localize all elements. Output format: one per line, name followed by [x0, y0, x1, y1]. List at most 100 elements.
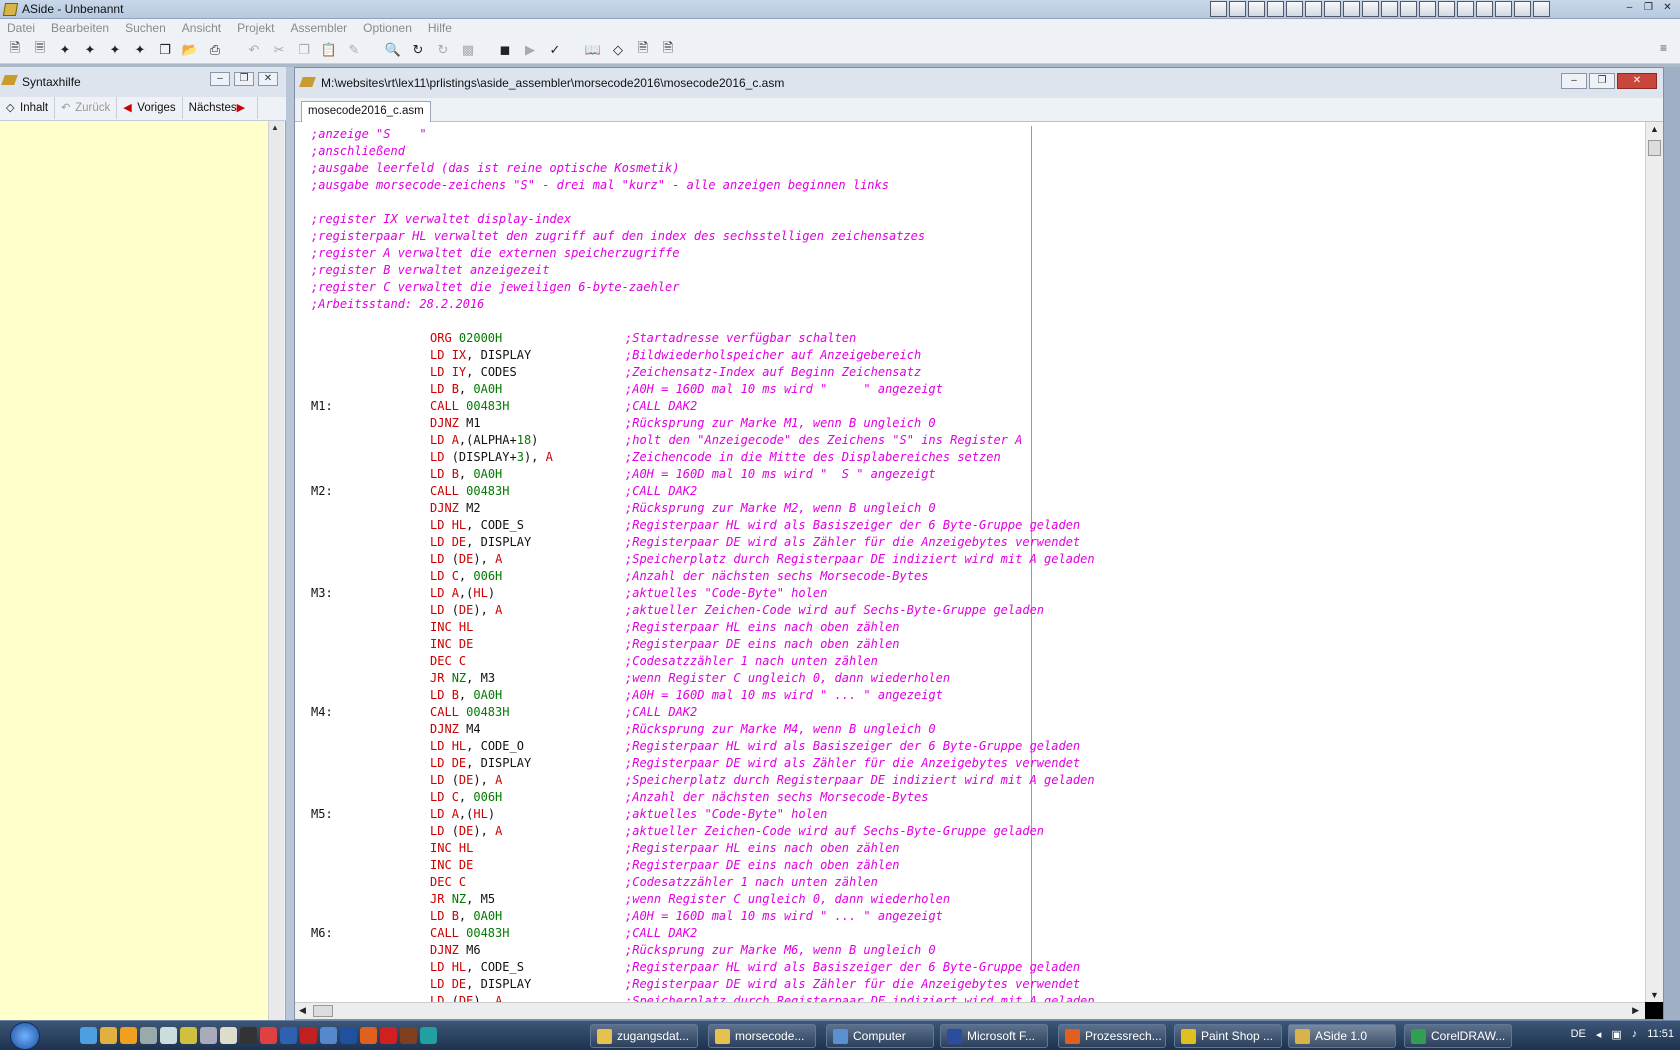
- new-document-icon[interactable]: 🗏: [31, 40, 49, 59]
- paste-icon[interactable]: 📋: [320, 41, 338, 59]
- toolbar-icon[interactable]: [1324, 1, 1341, 17]
- copy-icon[interactable]: ❐: [295, 41, 313, 59]
- previous-button[interactable]: ◀ Voriges: [117, 97, 183, 119]
- toolbar-icon[interactable]: [1400, 1, 1417, 17]
- taskbar-item[interactable]: zugangsdat...: [590, 1024, 698, 1048]
- close-icon[interactable]: ✕: [258, 72, 278, 86]
- print-icon[interactable]: ⎙: [206, 41, 224, 59]
- taskbar-item[interactable]: Microsoft F...: [940, 1024, 1048, 1048]
- app-icon[interactable]: [160, 1027, 177, 1044]
- toolbar-icon[interactable]: [1210, 1, 1227, 17]
- vertical-scrollbar[interactable]: ▲ ▼: [1645, 122, 1663, 1002]
- undo-icon[interactable]: ↶: [245, 41, 263, 59]
- check-icon[interactable]: ✓: [546, 41, 564, 59]
- find-next-icon[interactable]: ↻: [434, 41, 452, 59]
- menu-hilfe[interactable]: Hilfe: [420, 19, 460, 37]
- help-context-icon[interactable]: 🗎: [659, 40, 677, 59]
- toolbar-icon[interactable]: [1438, 1, 1455, 17]
- new-file-icon[interactable]: 🗎: [6, 40, 24, 59]
- open-multiple-icon[interactable]: ❐: [156, 41, 174, 59]
- cut-icon[interactable]: ✂: [270, 41, 288, 59]
- panel-splitter[interactable]: [286, 67, 294, 1020]
- menu-assembler[interactable]: Assembler: [282, 19, 355, 37]
- toolbar-icon[interactable]: [1286, 1, 1303, 17]
- volume-icon[interactable]: ♪: [1632, 1028, 1638, 1041]
- toolbar-icon[interactable]: [1305, 1, 1322, 17]
- minimize-icon[interactable]: –: [1561, 73, 1587, 89]
- next-button[interactable]: Nächstes▶: [183, 97, 258, 119]
- help-topic-icon[interactable]: 🗎: [634, 40, 652, 59]
- help-index-icon[interactable]: ◇: [609, 41, 627, 59]
- open-file-icon[interactable]: ✦: [106, 41, 124, 59]
- taskbar-item[interactable]: Computer: [826, 1024, 934, 1048]
- menu-ansicht[interactable]: Ansicht: [174, 19, 229, 37]
- edit-icon[interactable]: ✎: [345, 41, 363, 59]
- find-icon[interactable]: 🔍: [384, 41, 402, 59]
- new-project-icon[interactable]: ✦: [56, 41, 74, 59]
- app-icon[interactable]: [340, 1027, 357, 1044]
- run-icon[interactable]: ▶: [521, 41, 539, 59]
- scroll-left-icon[interactable]: ◀: [299, 1005, 306, 1016]
- replace-icon[interactable]: ↻: [409, 41, 427, 59]
- restore-icon[interactable]: ❐: [234, 72, 254, 86]
- toolbar-icon[interactable]: [1229, 1, 1246, 17]
- taskbar-item[interactable]: CorelDRAW...: [1404, 1024, 1512, 1048]
- language-indicator[interactable]: DE: [1571, 1028, 1586, 1041]
- app-icon[interactable]: [200, 1027, 217, 1044]
- taskbar-item-active[interactable]: ASide 1.0: [1288, 1024, 1396, 1048]
- app-icon[interactable]: [280, 1027, 297, 1044]
- scroll-up-icon[interactable]: ▲: [271, 123, 279, 132]
- toolbar-icon[interactable]: [1248, 1, 1265, 17]
- code-editor[interactable]: ;anzeige "S " ;anschließend ;ausgabe leerf…: [305, 126, 1643, 1006]
- toolbar-icon[interactable]: [1362, 1, 1379, 17]
- minimize-icon[interactable]: –: [1621, 1, 1638, 16]
- app-icon[interactable]: [400, 1027, 417, 1044]
- help-scrollbar[interactable]: ▲: [268, 121, 284, 1020]
- scroll-right-icon[interactable]: ▶: [1632, 1005, 1639, 1016]
- scroll-thumb[interactable]: [313, 1005, 333, 1017]
- help-content[interactable]: [0, 121, 268, 1020]
- goto-icon[interactable]: ▩: [459, 41, 477, 59]
- start-button[interactable]: [10, 1022, 40, 1050]
- open-project-icon[interactable]: ✦: [81, 41, 99, 59]
- menu-datei[interactable]: Datei: [0, 19, 43, 37]
- clock[interactable]: 11:51: [1647, 1028, 1674, 1041]
- app-icon[interactable]: [220, 1027, 237, 1044]
- toolbar-icon[interactable]: [1419, 1, 1436, 17]
- open-folder-icon[interactable]: 📂: [181, 41, 199, 59]
- app-icon[interactable]: [420, 1027, 437, 1044]
- contents-button[interactable]: ◇ Inhalt: [0, 97, 56, 119]
- toolbar-grip-icon[interactable]: ≡: [1660, 41, 1674, 59]
- horizontal-scrollbar[interactable]: ◀ ▶: [295, 1002, 1645, 1019]
- minimize-icon[interactable]: –: [210, 72, 230, 86]
- menu-suchen[interactable]: Suchen: [117, 19, 174, 37]
- app-icon[interactable]: [300, 1027, 317, 1044]
- open-recent-icon[interactable]: ✦: [131, 41, 149, 59]
- toolbar-icon[interactable]: [1514, 1, 1531, 17]
- app-icon[interactable]: [320, 1027, 337, 1044]
- app-icon[interactable]: [240, 1027, 257, 1044]
- app-icon[interactable]: [380, 1027, 397, 1044]
- app-icon[interactable]: [260, 1027, 277, 1044]
- close-icon[interactable]: ✕: [1659, 1, 1676, 16]
- scroll-up-icon[interactable]: ▲: [1650, 124, 1659, 134]
- menu-bearbeiten[interactable]: Bearbeiten: [43, 19, 117, 37]
- assemble-icon[interactable]: ◼: [496, 41, 514, 59]
- toolbar-icon[interactable]: [1267, 1, 1284, 17]
- network-icon[interactable]: ▣: [1611, 1028, 1621, 1041]
- taskbar-item[interactable]: Paint Shop ...: [1174, 1024, 1282, 1048]
- toolbar-icon[interactable]: [1476, 1, 1493, 17]
- restore-icon[interactable]: ❐: [1589, 73, 1615, 89]
- app-icon[interactable]: [80, 1027, 97, 1044]
- taskbar-item[interactable]: Prozessrech...: [1058, 1024, 1166, 1048]
- app-icon[interactable]: [120, 1027, 137, 1044]
- app-icon[interactable]: [100, 1027, 117, 1044]
- tray-expand-icon[interactable]: ◂: [1596, 1028, 1602, 1041]
- toolbar-icon[interactable]: [1343, 1, 1360, 17]
- toolbar-icon[interactable]: [1533, 1, 1550, 17]
- app-icon[interactable]: [360, 1027, 377, 1044]
- toolbar-icon[interactable]: [1495, 1, 1512, 17]
- taskbar-item[interactable]: morsecode...: [708, 1024, 816, 1048]
- tab-file[interactable]: mosecode2016_c.asm: [301, 101, 431, 122]
- menu-projekt[interactable]: Projekt: [229, 19, 282, 37]
